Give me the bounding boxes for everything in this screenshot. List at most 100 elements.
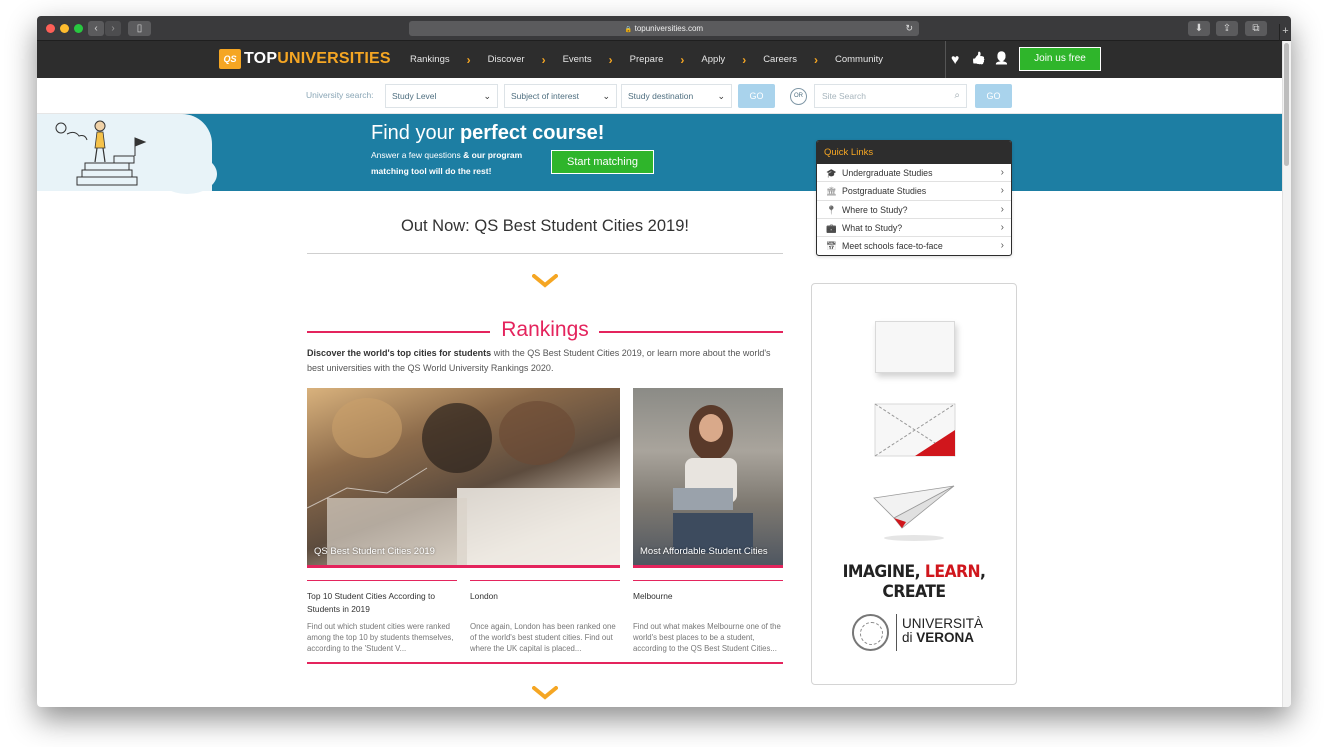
scrollbar-thumb[interactable] <box>1284 43 1289 166</box>
start-matching-button[interactable]: Start matching <box>551 150 654 174</box>
close-window-button[interactable] <box>46 24 55 33</box>
back-icon: ‹ <box>94 23 98 34</box>
plus-icon: + <box>1282 25 1289 37</box>
banner-heading: Find your perfect course! <box>371 122 605 144</box>
share-button[interactable]: ⇪ <box>1216 21 1238 36</box>
rankings-title: Rankings <box>307 318 783 342</box>
chevron-right-icon: › <box>1000 203 1004 215</box>
student-laptop-photo <box>673 405 753 553</box>
quick-link-postgraduate[interactable]: 🏛 Postgraduate Studies › <box>817 182 1011 201</box>
share-icon: ⇪ <box>1222 23 1232 34</box>
zoom-window-button[interactable] <box>74 24 83 33</box>
subject-select[interactable]: Subject of interest ⌄ <box>504 84 617 108</box>
nav-item-rankings[interactable]: Rankings › <box>410 53 488 67</box>
search-icon: ⌕ <box>954 90 960 101</box>
university-of-verona-logo: UNIVERSITÀ di VERONA <box>902 616 984 645</box>
university-search-bar: University search: Study Level ⌄ Subject … <box>37 78 1291 114</box>
chevron-down-icon: ⌄ <box>717 91 725 101</box>
ad-slogan: IMAGINE, LEARN, CREATE <box>842 562 986 602</box>
graduation-cap-icon: 🎓 <box>826 168 837 178</box>
site-search-input[interactable]: Site Search ⌕ <box>814 84 967 108</box>
sidebar-icon: ▯ <box>136 23 143 34</box>
logo-divider <box>896 614 897 651</box>
banner-subtext: Answer a few questions & our program mat… <box>371 150 523 176</box>
join-button[interactable]: Join us free <box>1019 47 1101 71</box>
course-matching-banner: Find your perfect course! Answer a few q… <box>37 114 1291 194</box>
card-caption: QS Best Student Cities 2019 <box>314 546 435 557</box>
chevron-right-icon: › <box>1000 167 1004 178</box>
chevron-down-icon: ⌄ <box>602 91 610 101</box>
heart-icon[interactable]: ♥ <box>951 51 959 67</box>
university-search-go-button[interactable]: GO <box>738 84 775 108</box>
article-title[interactable]: London <box>470 590 620 618</box>
quick-link-meet-schools[interactable]: 📅 Meet schools face-to-face › <box>817 237 1011 255</box>
article-title[interactable]: Melbourne <box>633 590 783 618</box>
site-navbar: QS TOPUNIVERSITIES Rankings › Discover › E… <box>37 41 1291 78</box>
nav-divider <box>945 41 946 78</box>
reload-icon[interactable]: ↻ <box>905 21 913 36</box>
best-student-cities-card[interactable]: QS Best Student Cities 2019 <box>307 388 620 568</box>
nav-item-prepare[interactable]: Prepare › <box>630 53 702 67</box>
nav-item-careers[interactable]: Careers › <box>763 53 835 67</box>
folded-paper-graphic <box>874 403 956 457</box>
article-item[interactable]: Melbourne Find out what makes Melbourne … <box>633 580 783 654</box>
user-icon[interactable]: 👤 <box>994 51 1009 65</box>
forward-button[interactable]: › <box>105 21 121 36</box>
downloads-button[interactable]: ⬇ <box>1188 21 1210 36</box>
article-excerpt: Find out what makes Melbourne one of the… <box>633 622 781 653</box>
destination-select[interactable]: Study destination ⌄ <box>621 84 732 108</box>
tabs-button[interactable]: ⧉ <box>1245 21 1267 36</box>
page-scrollbar[interactable] <box>1282 41 1291 707</box>
chevron-right-icon: › <box>466 52 471 67</box>
article-title[interactable]: Top 10 Student Cities According to Stude… <box>307 590 457 618</box>
quick-link-undergraduate[interactable]: 🎓 Undergraduate Studies › <box>817 164 1011 183</box>
article-item[interactable]: Top 10 Student Cities According to Stude… <box>307 580 457 654</box>
nav-item-events[interactable]: Events › <box>563 53 630 67</box>
banner-cloud <box>157 154 217 194</box>
nav-item-community[interactable]: Community <box>835 54 883 65</box>
thumbs-up-icon[interactable]: 👍 <box>971 51 986 65</box>
new-tab-button[interactable]: + <box>1279 24 1291 41</box>
article-excerpt: Find out which student cities were ranke… <box>307 622 454 653</box>
quick-link-what-to-study[interactable]: 💼 What to Study? › <box>817 219 1011 238</box>
students-photo <box>307 398 620 568</box>
back-button[interactable]: ‹ <box>88 21 104 36</box>
university-seal-icon <box>852 614 889 651</box>
chevron-right-icon: › <box>608 52 613 67</box>
site-search-go-button[interactable]: GO <box>975 84 1012 108</box>
address-bar[interactable]: 🔒 topuniversities.com ↻ <box>409 21 919 36</box>
article-excerpt: Once again, London has been ranked one o… <box>470 622 616 653</box>
out-now-headline[interactable]: Out Now: QS Best Student Cities 2019! <box>307 217 783 236</box>
chevron-down-icon: ⌄ <box>483 91 491 101</box>
institution-icon: 🏛 <box>826 186 837 197</box>
nav-item-discover[interactable]: Discover › <box>488 53 563 67</box>
affordable-cities-card[interactable]: Most Affordable Student Cities <box>633 388 783 568</box>
forward-icon: › <box>111 23 115 34</box>
or-separator: OR <box>790 88 807 105</box>
divider <box>307 253 783 254</box>
site-logo[interactable]: QS TOPUNIVERSITIES <box>219 48 391 70</box>
rankings-description: Discover the world's top cities for stud… <box>307 348 771 373</box>
article-item[interactable]: London Once again, London has been ranke… <box>470 580 620 654</box>
chevron-down-icon[interactable] <box>532 274 558 288</box>
logo-wordmark: TOPUNIVERSITIES <box>244 50 391 67</box>
chevron-right-icon: › <box>541 52 546 67</box>
quick-links-title: Quick Links <box>817 141 1011 164</box>
chevron-right-icon: › <box>742 52 747 67</box>
tabs-icon: ⧉ <box>1252 23 1260 34</box>
url-text: topuniversities.com <box>634 24 704 33</box>
lock-icon: 🔒 <box>624 27 633 33</box>
chevron-right-icon: › <box>680 52 685 67</box>
minimize-window-button[interactable] <box>60 24 69 33</box>
quick-link-where-to-study[interactable]: 📍 Where to Study? › <box>817 201 1011 219</box>
card-accent-bar <box>307 565 620 568</box>
card-caption: Most Affordable Student Cities <box>640 546 768 557</box>
study-level-select[interactable]: Study Level ⌄ <box>385 84 498 108</box>
chevron-right-icon: › <box>1000 240 1004 252</box>
nav-item-apply[interactable]: Apply › <box>701 53 763 67</box>
sidebar-button[interactable]: ▯ <box>128 21 151 36</box>
calendar-icon: 📅 <box>826 241 837 252</box>
chevron-down-icon[interactable] <box>532 686 558 700</box>
advertisement[interactable]: IMAGINE, LEARN, CREATE UNIVERSITÀ di VER… <box>811 283 1017 685</box>
map-pin-icon: 📍 <box>826 204 837 215</box>
